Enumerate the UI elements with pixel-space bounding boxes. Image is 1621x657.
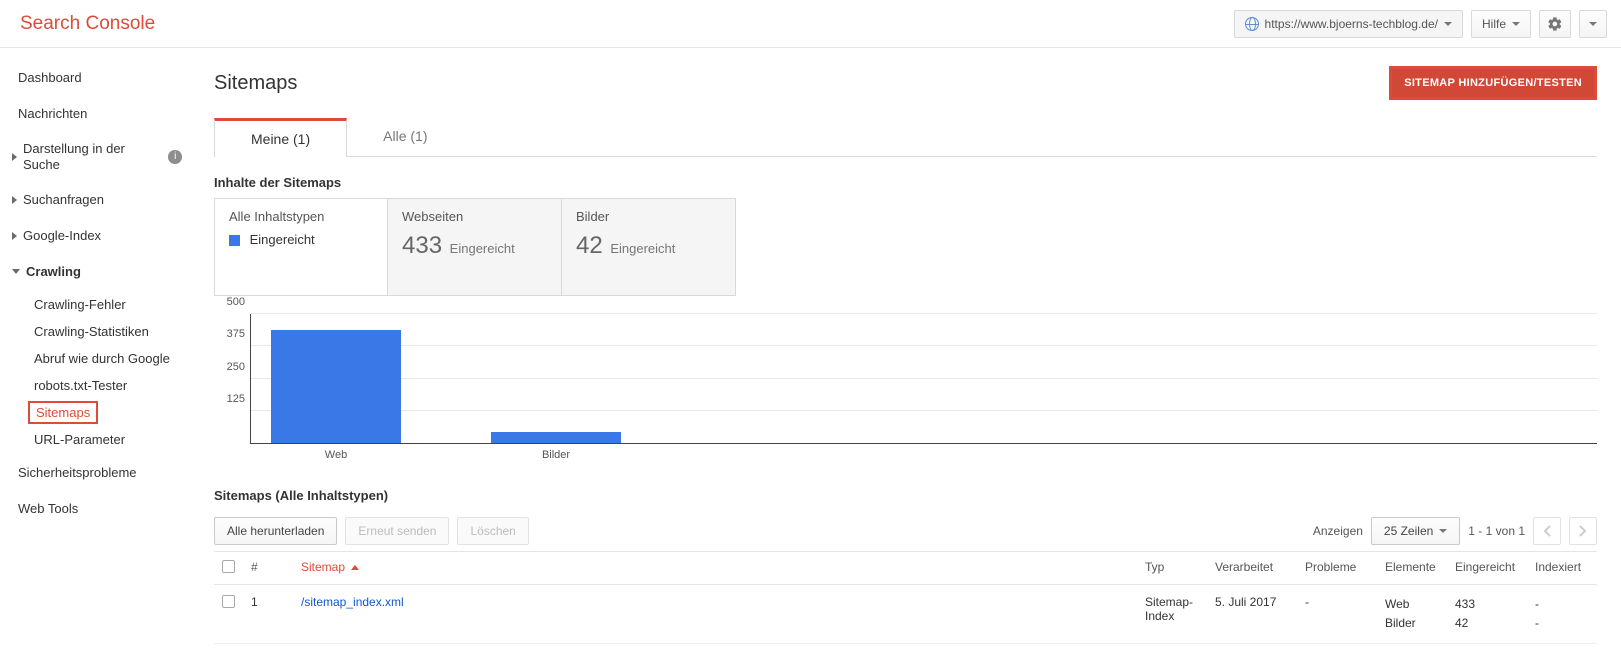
cell-submitted: 433 42: [1447, 585, 1527, 644]
summary-box-suffix: Eingereicht: [450, 241, 515, 256]
caret-right-icon: [12, 153, 17, 161]
summary-submitted-label: Eingereicht: [250, 232, 315, 247]
sidebar-item-label: Crawling: [26, 264, 81, 280]
cell-index: 1: [243, 585, 293, 644]
rows-option-label: 25 Zeilen: [1384, 524, 1433, 538]
cell-type: Sitemap-Index: [1137, 585, 1207, 644]
summary-box-title: Webseiten: [402, 209, 547, 224]
summary-box-value: 433: [402, 232, 442, 259]
row-checkbox[interactable]: [222, 595, 235, 608]
cell-indexed: - -: [1527, 585, 1597, 644]
sidebar-item-dashboard[interactable]: Dashboard: [0, 64, 200, 92]
chart-xlabel: Bilder: [542, 449, 570, 461]
summary-all-types-label: Alle Inhaltstypen: [229, 209, 373, 224]
help-button[interactable]: Hilfe: [1471, 10, 1531, 38]
sidebar-item-label: Dashboard: [18, 70, 82, 86]
sidebar-item-search-appearance[interactable]: Darstellung in der Suche i: [0, 135, 200, 178]
chart-bar: [271, 330, 401, 443]
settings-button[interactable]: [1539, 10, 1571, 38]
caret-down-icon: [12, 269, 20, 274]
sidebar-item-messages[interactable]: Nachrichten: [0, 100, 200, 128]
pager-prev-button[interactable]: [1533, 517, 1561, 545]
settings-menu-button[interactable]: [1579, 10, 1607, 38]
cell-elements: Web Bilder: [1377, 585, 1447, 644]
tab-mine[interactable]: Meine (1): [214, 118, 347, 157]
legend-swatch-icon: [229, 235, 240, 246]
col-sitemap[interactable]: Sitemap: [293, 552, 1137, 585]
col-processed[interactable]: Verarbeitet: [1207, 552, 1297, 585]
info-icon: i: [168, 150, 182, 164]
table-row[interactable]: 1 /sitemap_index.xml Sitemap-Index 5. Ju…: [214, 585, 1597, 644]
sidebar-item-crawling[interactable]: Crawling: [0, 258, 200, 286]
sitemaps-table: # Sitemap Typ Verarbeitet Probleme Eleme…: [214, 551, 1597, 644]
caret-right-icon: [12, 196, 17, 204]
sidebar-sub-crawl-stats[interactable]: Crawling-Statistiken: [28, 320, 155, 343]
col-type[interactable]: Typ: [1137, 552, 1207, 585]
col-sitemap-label: Sitemap: [301, 560, 345, 574]
col-problems[interactable]: Probleme: [1297, 552, 1377, 585]
show-label: Anzeigen: [1313, 524, 1363, 538]
sidebar-item-label: Google-Index: [23, 228, 101, 244]
summary-box-webpages[interactable]: Webseiten 433 Eingereicht: [388, 198, 562, 296]
sidebar-item-label: Suchanfragen: [23, 192, 104, 208]
sitemap-chart: 125250375500WebBilder: [214, 314, 1597, 464]
cell-processed: 5. Juli 2017: [1207, 585, 1297, 644]
sidebar-sub-url-parameters[interactable]: URL-Parameter: [28, 428, 131, 451]
brand-title: Search Console: [20, 13, 155, 35]
chart-xlabel: Web: [325, 449, 347, 461]
chevron-left-icon: [1543, 525, 1551, 537]
cell-problems: -: [1297, 585, 1377, 644]
select-all-checkbox[interactable]: [222, 560, 235, 573]
sidebar-item-web-tools[interactable]: Web Tools: [0, 495, 200, 523]
summary-box-value: 42: [576, 232, 603, 259]
rows-per-page-select[interactable]: 25 Zeilen: [1371, 517, 1460, 545]
sidebar-item-label: Web Tools: [18, 501, 78, 517]
chevron-down-icon: [1444, 22, 1452, 26]
sidebar-item-search-analytics[interactable]: Suchanfragen: [0, 186, 200, 214]
chevron-down-icon: [1512, 22, 1520, 26]
sidebar-item-label: Darstellung in der Suche: [23, 141, 160, 172]
summary-box-title: Bilder: [576, 209, 721, 224]
tab-all[interactable]: Alle (1): [347, 118, 463, 156]
caret-right-icon: [12, 232, 17, 240]
sidebar-sub-crawl-errors[interactable]: Crawling-Fehler: [28, 293, 132, 316]
sidebar-item-google-index[interactable]: Google-Index: [0, 222, 200, 250]
add-test-sitemap-button[interactable]: SITEMAP HINZUFÜGEN/TESTEN: [1389, 66, 1597, 100]
chevron-down-icon: [1589, 22, 1597, 26]
chevron-down-icon: [1439, 529, 1447, 533]
summary-box-suffix: Eingereicht: [610, 241, 675, 256]
sidebar-sub-sitemaps[interactable]: Sitemaps: [28, 401, 98, 424]
table-section-title: Sitemaps (Alle Inhaltstypen): [214, 488, 1597, 503]
resend-button[interactable]: Erneut senden: [345, 517, 449, 545]
sort-asc-icon: [351, 565, 359, 570]
globe-icon: [1245, 17, 1259, 31]
sidebar: Dashboard Nachrichten Darstellung in der…: [0, 48, 200, 644]
col-index[interactable]: #: [243, 552, 293, 585]
sidebar-item-security-issues[interactable]: Sicherheitsprobleme: [0, 459, 200, 487]
col-elements[interactable]: Elemente: [1377, 552, 1447, 585]
sidebar-sub-fetch-as-google[interactable]: Abruf wie durch Google: [28, 347, 176, 370]
chart-bar: [491, 432, 621, 443]
page-title: Sitemaps: [214, 72, 297, 95]
help-label: Hilfe: [1482, 17, 1506, 31]
pager-next-button[interactable]: [1569, 517, 1597, 545]
chevron-right-icon: [1579, 525, 1587, 537]
tabs: Meine (1) Alle (1): [214, 118, 1597, 157]
property-url: https://www.bjoerns-techblog.de/: [1265, 17, 1438, 31]
summary-box-all-types[interactable]: Alle Inhaltstypen Eingereicht: [214, 198, 388, 296]
summary-box-images[interactable]: Bilder 42 Eingereicht: [562, 198, 736, 296]
col-indexed[interactable]: Indexiert: [1527, 552, 1597, 585]
sidebar-item-label: Sicherheitsprobleme: [18, 465, 137, 481]
gear-icon: [1547, 16, 1563, 32]
content-header: Inhalte der Sitemaps: [214, 175, 1597, 190]
delete-button[interactable]: Löschen: [457, 517, 528, 545]
download-all-button[interactable]: Alle herunterladen: [214, 517, 337, 545]
sidebar-item-label: Nachrichten: [18, 106, 87, 122]
cell-sitemap-link[interactable]: /sitemap_index.xml: [301, 595, 404, 609]
col-submitted[interactable]: Eingereicht: [1447, 552, 1527, 585]
pager-range: 1 - 1 von 1: [1468, 524, 1525, 538]
sidebar-sub-robots-tester[interactable]: robots.txt-Tester: [28, 374, 133, 397]
property-selector[interactable]: https://www.bjoerns-techblog.de/: [1234, 10, 1463, 38]
